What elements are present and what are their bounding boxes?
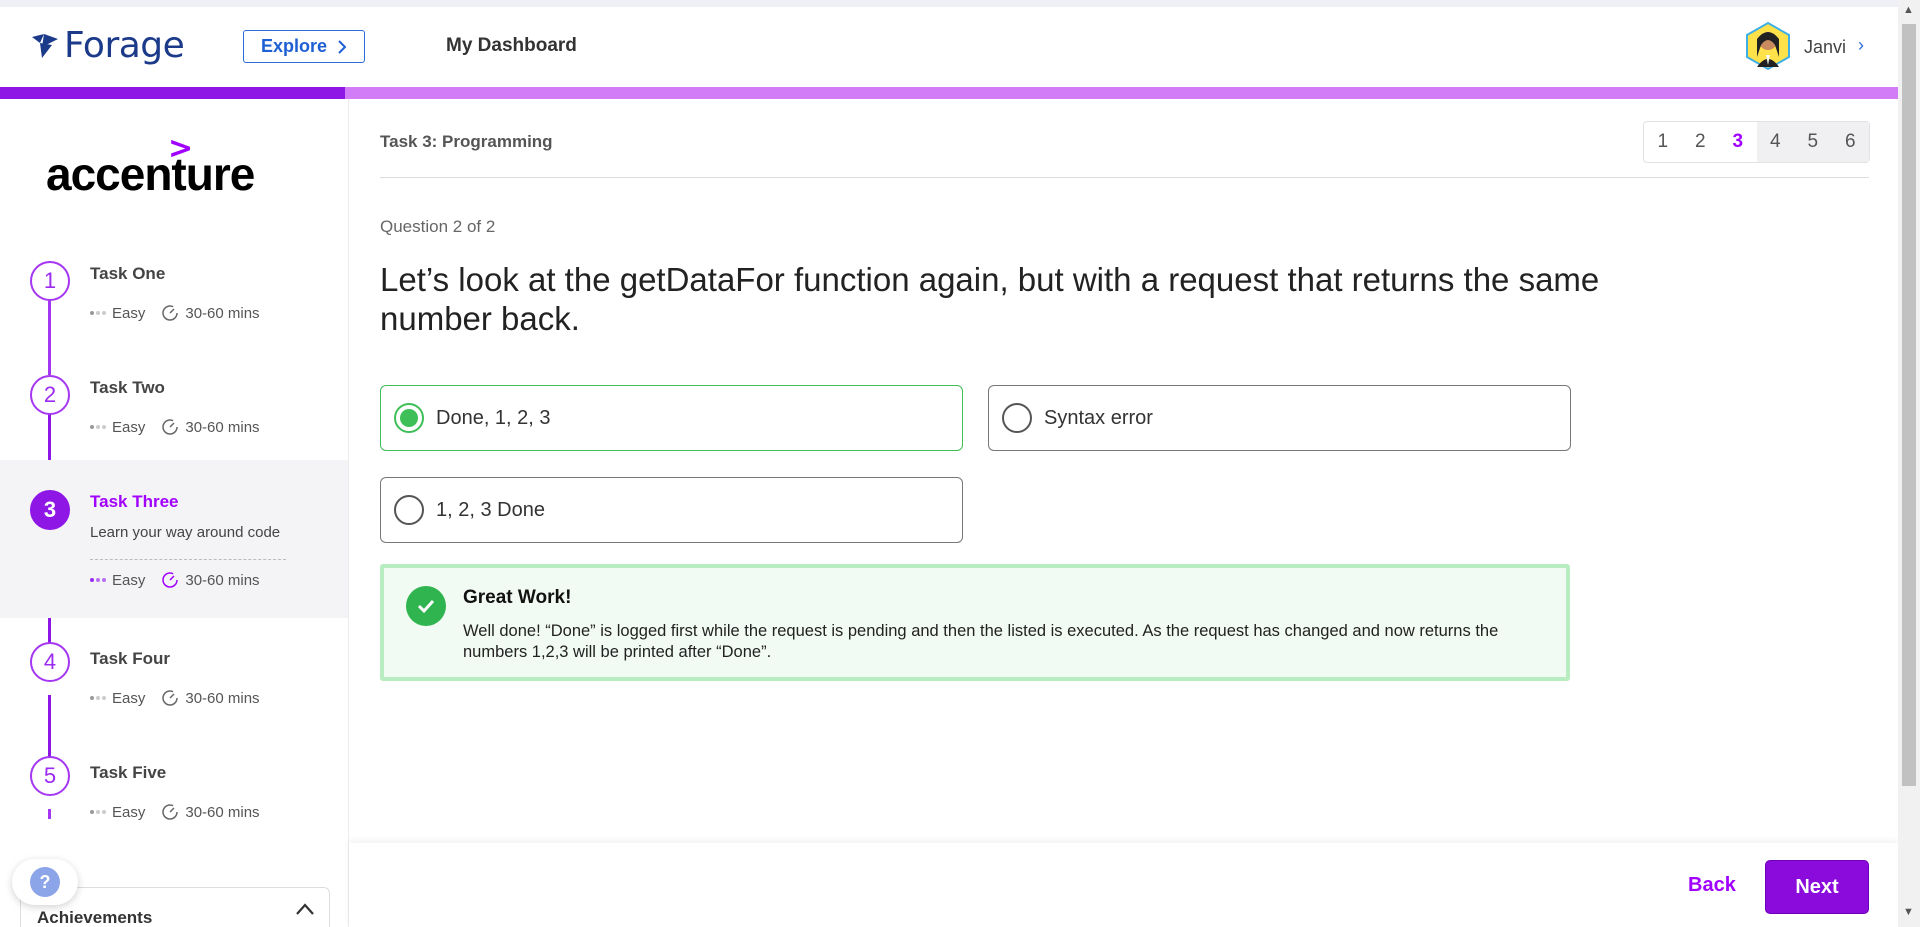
back-button[interactable]: Back [1688, 874, 1736, 897]
pager-item[interactable]: 1 [1644, 122, 1682, 162]
radio-button-selected[interactable] [394, 403, 424, 433]
user-avatar[interactable] [1743, 21, 1793, 71]
feedback-panel: Great Work! Well done! “Done” is logged … [380, 564, 1570, 681]
brand-name: accenture [46, 148, 255, 200]
feedback-body: Well done! “Done” is logged first while … [463, 622, 1499, 661]
task-difficulty: Easy [112, 689, 146, 707]
task-title: Task Three [90, 492, 179, 511]
sidebar-task-five[interactable]: 5 Task Five Easy 30-60 mins [0, 748, 348, 848]
task-title: Task Four [90, 649, 170, 668]
task-meta: Easy 30-60 mins [90, 689, 260, 707]
task-title: Task Five [90, 763, 167, 782]
task-subtitle: Learn your way around code [90, 524, 281, 541]
difficulty-dots-icon [90, 810, 106, 814]
task-duration: 30-60 mins [185, 689, 260, 707]
accenture-logo: > accenture [46, 129, 255, 201]
scroll-up-arrow-icon[interactable]: ▲ [1903, 4, 1914, 16]
task-heading: Task 3: Programming [380, 132, 553, 151]
forage-logo-icon [32, 33, 58, 58]
question-counter: Question 2 of 2 [380, 217, 496, 236]
task-number-badge: 4 [30, 642, 70, 682]
clock-icon [162, 690, 179, 706]
pager-item[interactable]: 6 [1831, 122, 1869, 162]
pager-item[interactable]: 2 [1682, 122, 1720, 162]
my-dashboard-link[interactable]: My Dashboard [446, 35, 577, 57]
task-meta: Easy 30-60 mins [90, 418, 260, 436]
clock-icon [162, 572, 179, 588]
task-divider [90, 559, 286, 560]
task-duration: 30-60 mins [185, 304, 260, 322]
difficulty-dots-icon [90, 696, 106, 700]
radio-dot [400, 409, 418, 427]
explore-label: Explore [260, 36, 328, 56]
task-title: Task Two [90, 378, 165, 397]
option-label: 1, 2, 3 Done [436, 498, 545, 521]
chevron-right-icon [338, 39, 347, 54]
pager-item-current[interactable]: 3 [1719, 122, 1757, 162]
task-duration: 30-60 mins [185, 418, 260, 436]
feedback-title: Great Work! [463, 587, 572, 608]
course-progress-bar [0, 87, 1898, 99]
answer-option-1[interactable]: Done, 1, 2, 3 [380, 385, 963, 451]
site-header: Forage Explore My Dashboard Janvi › [0, 7, 1898, 87]
question-text: Let’s look at the getDataFor function ag… [380, 261, 1600, 337]
achievements-label: Achievements [37, 908, 153, 927]
task-duration: 30-60 mins [185, 571, 260, 589]
pager-item[interactable]: 5 [1794, 122, 1832, 162]
difficulty-dots-icon [90, 578, 106, 582]
help-icon: ? [30, 867, 60, 897]
task-number-badge: 2 [30, 375, 70, 415]
radio-button[interactable] [394, 495, 424, 525]
task-meta: Easy 30-60 mins [90, 571, 260, 589]
task-number-badge: 1 [30, 261, 70, 301]
difficulty-dots-icon [90, 311, 106, 315]
top-edge [0, 0, 1898, 7]
clock-icon [162, 419, 179, 435]
answer-option-2[interactable]: Syntax error [988, 385, 1571, 451]
forage-logo[interactable]: Forage [30, 25, 185, 66]
task-meta: Easy 30-60 mins [90, 803, 260, 821]
task-meta: Easy 30-60 mins [90, 304, 260, 322]
check-circle-icon [406, 586, 446, 626]
task-duration: 30-60 mins [185, 803, 260, 821]
next-button[interactable]: Next [1765, 860, 1869, 914]
option-label: Syntax error [1044, 406, 1153, 429]
task-number-badge: 5 [30, 756, 70, 796]
task-difficulty: Easy [112, 803, 146, 821]
task-sidebar: > accenture 1 Task One Easy 30-60 mins 2… [0, 99, 349, 927]
task-title: Task One [90, 264, 166, 283]
help-button[interactable]: ? [12, 859, 78, 905]
course-progress-fill [0, 87, 346, 99]
sidebar-task-four[interactable]: 4 Task Four Easy 30-60 mins [0, 634, 348, 734]
navigation-footer [349, 843, 1898, 927]
scroll-down-arrow-icon[interactable]: ▼ [1903, 906, 1914, 918]
task-difficulty: Easy [112, 418, 146, 436]
user-name[interactable]: Janvi [1804, 37, 1846, 58]
task-difficulty: Easy [112, 571, 146, 589]
explore-button[interactable]: Explore [243, 30, 365, 63]
question-pager: 1 2 3 4 5 6 [1643, 121, 1870, 163]
task-number-badge: 3 [30, 490, 70, 530]
chevron-up-icon[interactable] [295, 902, 315, 916]
header-divider [380, 177, 1869, 178]
task-difficulty: Easy [112, 304, 146, 322]
scrollbar-thumb[interactable] [1902, 24, 1916, 786]
clock-icon [162, 804, 179, 820]
sidebar-task-three[interactable]: 3 Task Three Learn your way around code … [0, 460, 348, 618]
answer-option-3[interactable]: 1, 2, 3 Done [380, 477, 963, 543]
page-scrollbar[interactable]: ▲ ▼ [1898, 0, 1920, 927]
user-menu-chevron-icon[interactable]: › [1858, 35, 1864, 56]
logo-text: Forage [64, 25, 185, 66]
sidebar-task-one[interactable]: 1 Task One Easy 30-60 mins [0, 249, 348, 349]
pager-item[interactable]: 4 [1756, 122, 1794, 162]
clock-icon [162, 305, 179, 321]
difficulty-dots-icon [90, 425, 106, 429]
radio-button[interactable] [1002, 403, 1032, 433]
sidebar-task-two[interactable]: 2 Task Two Easy 30-60 mins [0, 363, 348, 463]
accenture-chevron-mark: > [168, 131, 194, 166]
option-label: Done, 1, 2, 3 [436, 406, 551, 429]
